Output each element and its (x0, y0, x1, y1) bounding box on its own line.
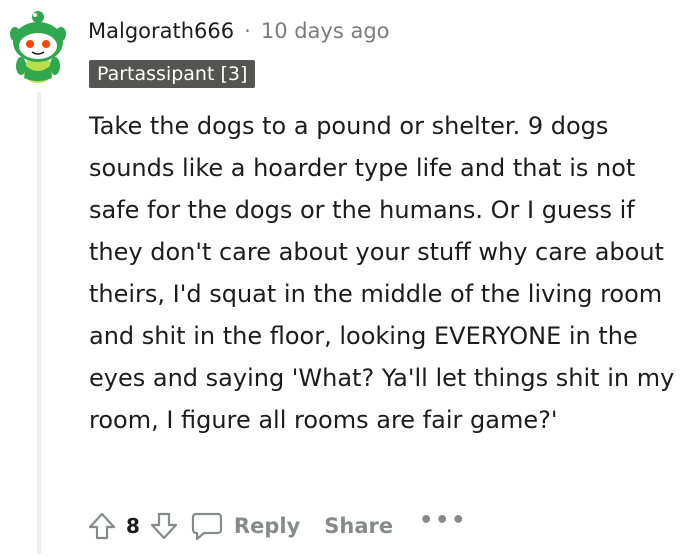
author-username[interactable]: Malgorath666 (88, 19, 234, 43)
reply-label: Reply (233, 514, 301, 538)
more-options-button[interactable]: ••• (419, 508, 467, 533)
comment-timestamp[interactable]: 10 days ago (261, 19, 390, 43)
separator-dot: · (244, 19, 251, 43)
vote-score: 8 (126, 514, 140, 538)
share-button[interactable]: Share (324, 504, 393, 548)
comment-header: Malgorath666 · 10 days ago (88, 14, 390, 48)
share-label: Share (324, 514, 394, 538)
speech-bubble-icon (191, 512, 223, 541)
comment-body: Take the dogs to a pound or shelter. 9 d… (89, 112, 675, 434)
upvote-arrow-icon (88, 512, 116, 540)
user-flair: Partassipant [3] (89, 60, 256, 88)
thread-line[interactable] (37, 92, 41, 554)
comment-actions: 8 Reply Share ••• (80, 504, 467, 548)
avatar[interactable] (6, 4, 70, 84)
downvote-button[interactable] (142, 504, 186, 548)
upvote-button[interactable] (80, 504, 124, 548)
reply-button[interactable]: Reply (190, 504, 300, 548)
snoo-avatar-icon (10, 11, 66, 83)
downvote-arrow-icon (150, 512, 178, 540)
